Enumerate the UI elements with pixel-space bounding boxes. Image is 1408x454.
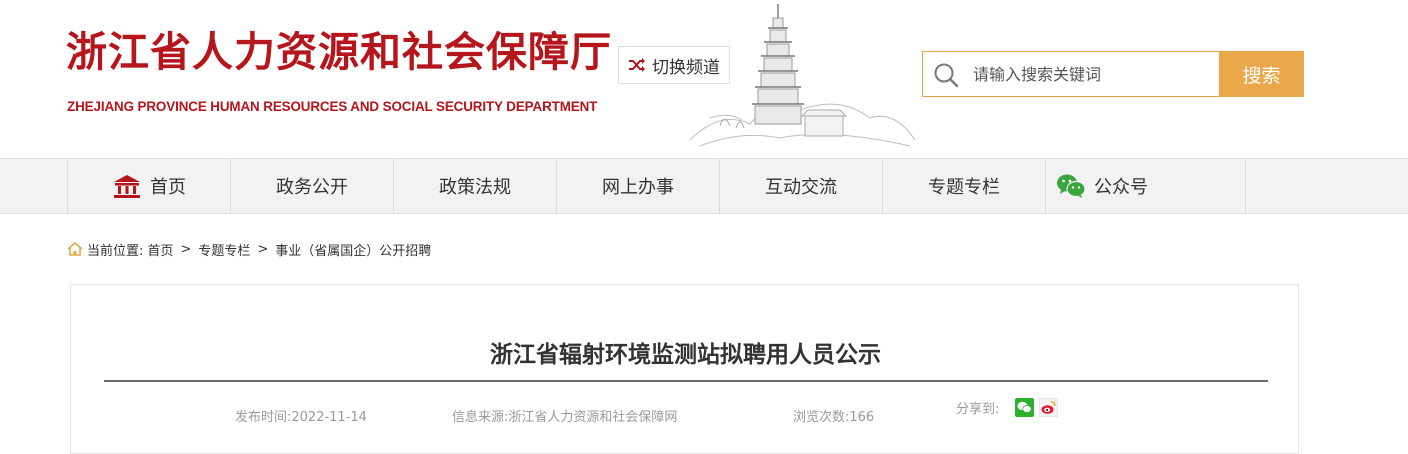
title-divider	[104, 380, 1268, 382]
info-source: 信息来源:浙江省人力资源和社会保障网	[452, 410, 678, 425]
share-label: 分享到:	[956, 402, 1000, 417]
nav-item-label: 网上办事	[602, 177, 674, 198]
breadcrumb-separator: >	[180, 241, 192, 257]
article-panel: 浙江省辐射环境监测站拟聘用人员公示 发布时间:2022-11-14 信息来源:浙…	[70, 284, 1299, 454]
breadcrumb-link-recruitment[interactable]: 事业（省属国企）公开招聘	[275, 240, 431, 259]
site-header: 浙江省人力资源和社会保障厅 ZHEJIANG PROVINCE HUMAN RE…	[0, 0, 1408, 158]
nav-item-label: 互动交流	[765, 177, 837, 198]
wechat-share-icon[interactable]	[1015, 398, 1035, 417]
site-subtitle: ZHEJIANG PROVINCE HUMAN RESOURCES AND SO…	[67, 99, 598, 114]
nav-item-label: 首页	[150, 177, 186, 198]
shuffle-icon	[629, 58, 645, 72]
nav-item-interaction[interactable]: 互动交流	[719, 159, 882, 213]
search-box	[922, 51, 1220, 97]
breadcrumb-prefix: 当前位置:	[87, 243, 144, 259]
home-building-icon	[114, 175, 140, 198]
breadcrumb-link-home[interactable]: 首页	[147, 240, 173, 259]
search-icon[interactable]	[933, 62, 959, 88]
breadcrumb-separator: >	[257, 241, 269, 257]
pagoda-illustration	[689, 4, 916, 147]
breadcrumb-link-special-topics[interactable]: 专题专栏	[198, 240, 250, 259]
article-title: 浙江省辐射环境监测站拟聘用人员公示	[490, 342, 881, 368]
share-bar: 分享到:	[956, 397, 1059, 418]
nav-item-special-topics[interactable]: 专题专栏	[882, 159, 1045, 213]
wechat-icon	[1057, 174, 1086, 198]
home-icon	[67, 242, 83, 256]
nav-item-wechat[interactable]: 公众号	[1045, 159, 1246, 213]
weibo-share-icon[interactable]	[1038, 397, 1059, 418]
search-input[interactable]	[973, 60, 1208, 88]
nav-item-label: 公众号	[1094, 177, 1148, 198]
nav-item-label: 政务公开	[276, 177, 348, 198]
nav-item-home[interactable]: 首页	[67, 159, 230, 213]
nav-item-government-affairs[interactable]: 政务公开	[230, 159, 393, 213]
nav-item-label: 政策法规	[439, 177, 511, 198]
view-count: 浏览次数:166	[793, 410, 875, 425]
main-nav: 首页 政务公开 政策法规 网上办事 互动交流 专题专栏 公众号	[0, 158, 1408, 214]
publish-time: 发布时间:2022-11-14	[235, 410, 367, 425]
search-button[interactable]: 搜索	[1219, 51, 1304, 97]
nav-item-online-services[interactable]: 网上办事	[556, 159, 719, 213]
site-title[interactable]: 浙江省人力资源和社会保障厅	[66, 32, 612, 73]
breadcrumb: 当前位置: 首页 > 专题专栏 > 事业（省属国企）公开招聘	[67, 239, 431, 259]
nav-item-label: 专题专栏	[928, 177, 1000, 198]
nav-item-policies[interactable]: 政策法规	[393, 159, 556, 213]
